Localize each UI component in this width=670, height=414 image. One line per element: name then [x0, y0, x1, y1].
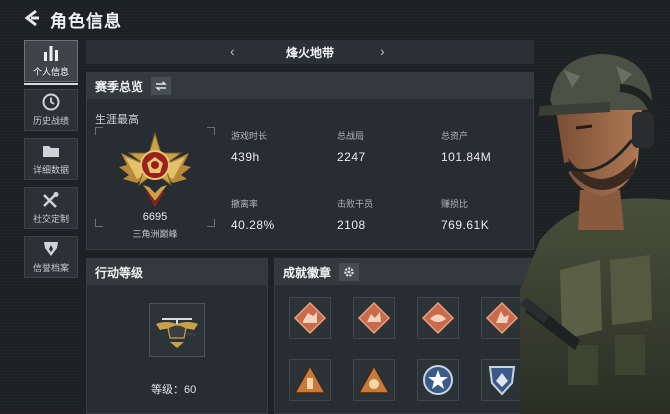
soldier-character [520, 54, 670, 414]
sidebar: 个人信息 历史战绩 详细数据 社交定制 信誉档案 [24, 40, 78, 285]
badge-slot[interactable] [353, 359, 395, 401]
season-overview-header: 赛季总览 [87, 73, 533, 99]
swap-icon [155, 81, 167, 91]
badge-slot[interactable] [289, 297, 331, 339]
stat-play-time: 游戏时长 439h [231, 129, 267, 164]
badge-slot[interactable] [481, 359, 523, 401]
star-badge-icon [423, 365, 453, 395]
stat-value: 101.84M [441, 150, 492, 164]
badge-settings-button[interactable] [339, 263, 360, 281]
rank-name: 三角洲巅峰 [132, 229, 178, 239]
badge-slot[interactable] [417, 359, 459, 401]
stat-label: 总战局 [337, 131, 365, 141]
stat-label: 赚损比 [441, 199, 469, 209]
stat-label: 总资产 [441, 131, 469, 141]
stat-value: 2108 [337, 218, 366, 232]
action-level-title: 行动等级 [95, 265, 144, 280]
header: 角色信息 [0, 0, 670, 36]
sidebar-item-social[interactable]: 社交定制 [24, 187, 78, 229]
shield-icon [44, 242, 58, 256]
badge-slot[interactable] [353, 297, 395, 339]
badges-title: 成就徽章 [283, 265, 332, 280]
badge-slot[interactable] [289, 359, 331, 401]
stat-label: 游戏时长 [231, 131, 268, 141]
swap-button[interactable] [151, 77, 172, 95]
stat-label: 撤离率 [231, 199, 259, 209]
crest-badge-icon [488, 366, 516, 396]
chevron-right-icon[interactable]: › [380, 43, 385, 59]
stat-value: 40.28% [231, 218, 275, 232]
chevron-left-icon[interactable]: ‹ [230, 43, 235, 59]
rank-frame: 6695 三角洲巅峰 [95, 127, 215, 239]
badges-header: 成就徽章 [275, 259, 533, 285]
career-best-label: 生涯最高 [95, 114, 139, 126]
diamond-badge-icon [421, 301, 455, 335]
stat-total-assets: 总资产 101.84M [441, 129, 491, 164]
action-level-panel: 行动等级 等级：60 [86, 258, 268, 414]
sidebar-item-label: 历史战绩 [32, 116, 69, 126]
rank-score: 6695 [142, 211, 168, 223]
achievement-badges-panel: 成就徽章 [274, 258, 534, 414]
sidebar-item-personal-info[interactable]: 个人信息 [24, 40, 78, 82]
sidebar-item-label: 个人信息 [32, 67, 69, 77]
stat-total-matches: 总战局 2247 [337, 129, 366, 164]
sidebar-item-history[interactable]: 历史战绩 [24, 89, 78, 131]
triangle-badge-icon [357, 364, 391, 394]
triangle-badge-icon [293, 364, 327, 394]
active-indicator [24, 83, 78, 85]
level-text: 等级：60 [151, 384, 197, 396]
sidebar-item-label: 社交定制 [32, 214, 69, 224]
rank-emblem-icon [119, 131, 191, 207]
tools-icon [43, 192, 59, 208]
action-level-header: 行动等级 [87, 259, 267, 285]
stat-extract-rate: 撤离率 40.28% [231, 197, 275, 232]
stat-value: 769.61K [441, 218, 490, 232]
map-name: 烽火地带 [285, 45, 334, 60]
diamond-badge-icon [485, 301, 519, 335]
level-emblem-box[interactable] [149, 303, 205, 357]
helicopter-emblem-icon [156, 318, 198, 348]
stat-profit-loss-ratio: 赚损比 769.61K [441, 197, 489, 232]
diamond-badge-icon [357, 301, 391, 335]
bar-chart-icon [44, 46, 58, 61]
map-selector: ‹ 烽火地带 › [86, 40, 534, 64]
stat-value: 439h [231, 150, 260, 164]
diamond-badge-icon [293, 301, 327, 335]
badge-slot[interactable] [417, 297, 459, 339]
season-overview-title: 赛季总览 [95, 79, 144, 94]
gear-icon [344, 267, 354, 277]
folder-icon [43, 146, 59, 157]
stat-operators-defeated: 击败干员 2108 [337, 197, 373, 232]
badge-slot[interactable] [481, 297, 523, 339]
sidebar-item-label: 详细数据 [32, 165, 69, 175]
page-title: 角色信息 [50, 12, 122, 31]
sidebar-item-label: 信誉档案 [32, 263, 69, 273]
clock-icon [42, 93, 60, 111]
stat-label: 击败干员 [337, 199, 374, 209]
season-overview-panel: 赛季总览 生涯最高 6695 三角洲巅峰 游戏时长 439h 总战局 2247 … [86, 72, 534, 250]
sidebar-item-reputation[interactable]: 信誉档案 [24, 236, 78, 278]
sidebar-item-detailed-data[interactable]: 详细数据 [24, 138, 78, 180]
back-arrow-icon[interactable] [22, 8, 42, 28]
stat-value: 2247 [337, 150, 366, 164]
